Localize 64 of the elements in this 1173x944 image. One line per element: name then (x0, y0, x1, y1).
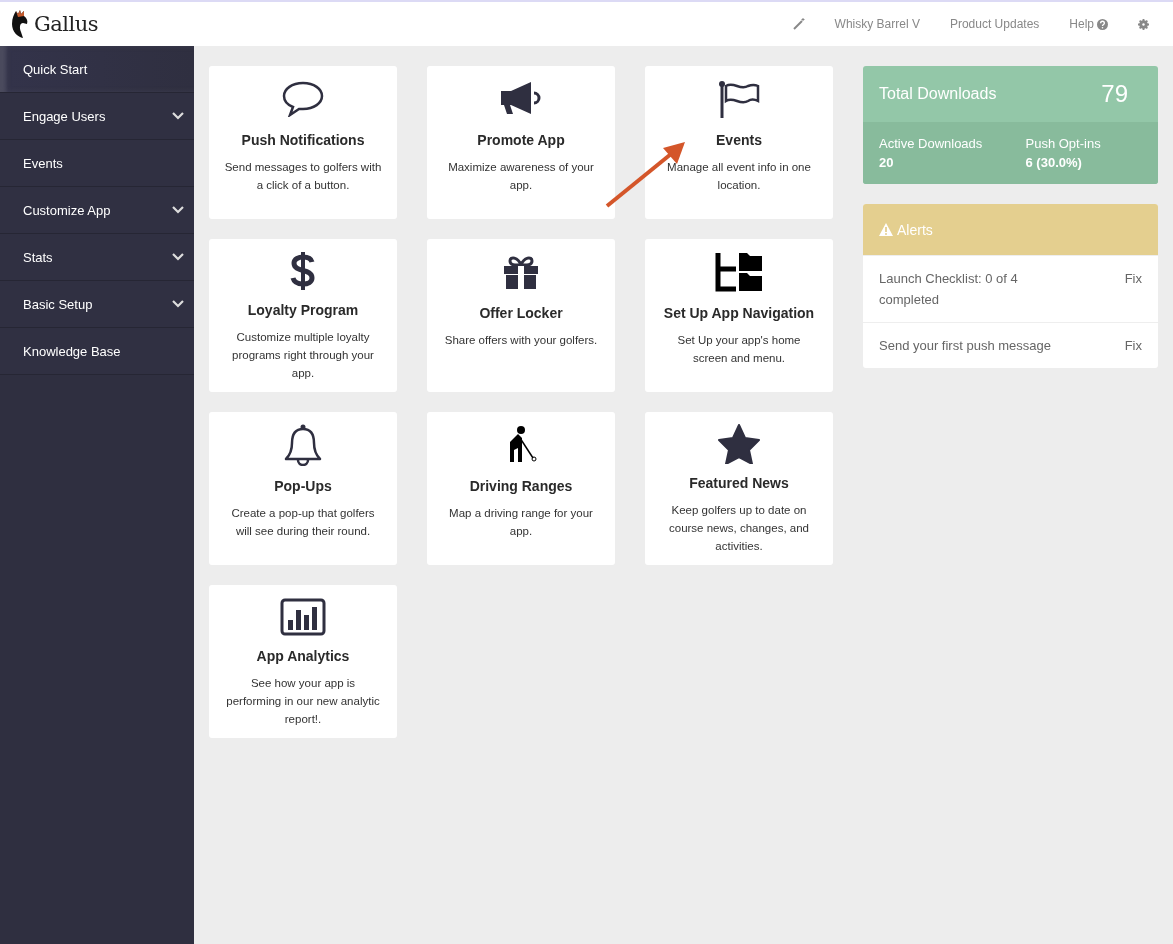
help-link[interactable]: Help (1069, 17, 1108, 31)
card-description: Create a pop-up that golfers will see during their round. (230, 506, 376, 539)
stat-value: 79 (1101, 80, 1128, 108)
nav-link[interactable]: Product Updates (949, 17, 1040, 31)
fix-link[interactable]: Fix (1124, 335, 1142, 356)
stat-label: Active Downloads (879, 136, 984, 151)
fix-link[interactable]: Fix (1124, 268, 1142, 310)
rooster-logo-icon (10, 9, 30, 39)
help-icon (1097, 18, 1108, 30)
card-description: Manage all event info in one location. (666, 160, 812, 193)
feature-card[interactable]: Promote App Maximize awareness of your app. (427, 66, 615, 219)
sidebar-item[interactable]: Quick Start (0, 46, 194, 93)
card-title: Push Notifications (241, 132, 365, 148)
stat-label: Push Opt-ins (1025, 136, 1102, 151)
dollar-icon (290, 250, 316, 291)
chevron-down-icon (172, 300, 184, 308)
card-title: Driving Ranges (469, 478, 573, 494)
chevron-down-icon (172, 112, 184, 120)
card-description: Keep golfers up to date on course news, changes, and activities. (668, 503, 810, 554)
alert-text: Launch Checklist: 0 of 4 completed (879, 270, 1019, 309)
feature-card[interactable]: Offer Locker Share offers with your golfers. (427, 239, 615, 392)
bell-icon (283, 424, 323, 466)
nav-link[interactable]: Whisky Barrel V (834, 17, 920, 31)
card-description: Send messages to golfers with a click of a button. (223, 160, 383, 193)
gift-icon (503, 255, 539, 289)
folder-tree-icon (715, 251, 763, 293)
alert-text: Send your first push message (879, 337, 1052, 355)
feature-card[interactable]: Events Manage all event info in one location. (645, 66, 833, 219)
card-description: Map a driving range for your app. (448, 506, 594, 539)
card-title: Events (716, 132, 762, 148)
card-title: Loyalty Program (247, 302, 359, 318)
flag-icon (718, 80, 760, 118)
stat-value: 6 (30.0%) (1025, 155, 1083, 170)
card-title: Pop-Ups (274, 478, 332, 494)
card-description: Set Up your app's home screen and menu. (676, 333, 802, 366)
chevron-down-icon (172, 253, 184, 261)
stat-value: 20 (879, 155, 895, 170)
card-description: Customize multiple loyalty programs right through your app. (231, 330, 375, 381)
settings-icon[interactable] (1138, 18, 1149, 30)
card-description: Share offers with your golfers. (443, 333, 599, 348)
card-title: Offer Locker (479, 305, 563, 321)
star-icon (718, 423, 760, 464)
card-title: Set Up App Navigation (663, 305, 815, 321)
card-description: See how your app is performing in our new analytic report!. (225, 676, 381, 727)
bar-chart-icon (280, 597, 326, 636)
feature-card[interactable]: Featured News Keep golfers up to date on course news, changes, and activities. (645, 412, 833, 565)
feature-card[interactable]: Driving Ranges Map a driving range for your app. (427, 412, 615, 565)
alerts-title: Alerts (897, 221, 933, 238)
feature-card[interactable]: Set Up App Navigation Set Up your app's home screen and menu. (645, 239, 833, 392)
speech-bubble-icon (281, 81, 325, 117)
magic-wand-icon[interactable] (792, 18, 805, 30)
brand-name: Gallus (34, 12, 99, 36)
feature-card[interactable]: App Analytics See how your app is performing in our new analytic report!. (209, 585, 397, 738)
feature-card[interactable]: Pop-Ups Create a pop-up that golfers will see during their round. (209, 412, 397, 565)
warning-icon (879, 223, 893, 236)
chevron-down-icon (172, 206, 184, 214)
card-title: Featured News (689, 475, 789, 491)
card-title: Promote App (477, 132, 565, 148)
megaphone-icon (499, 81, 543, 117)
feature-card[interactable]: Push Notifications Send messages to golfers with a click of a button. (209, 66, 397, 219)
card-title: App Analytics (256, 648, 350, 664)
card-description: Maximize awareness of your app. (447, 160, 595, 193)
feature-card[interactable]: Loyalty Program Customize multiple loyalty programs right through your app. (209, 239, 397, 392)
stat-label: Total Downloads (879, 85, 997, 103)
